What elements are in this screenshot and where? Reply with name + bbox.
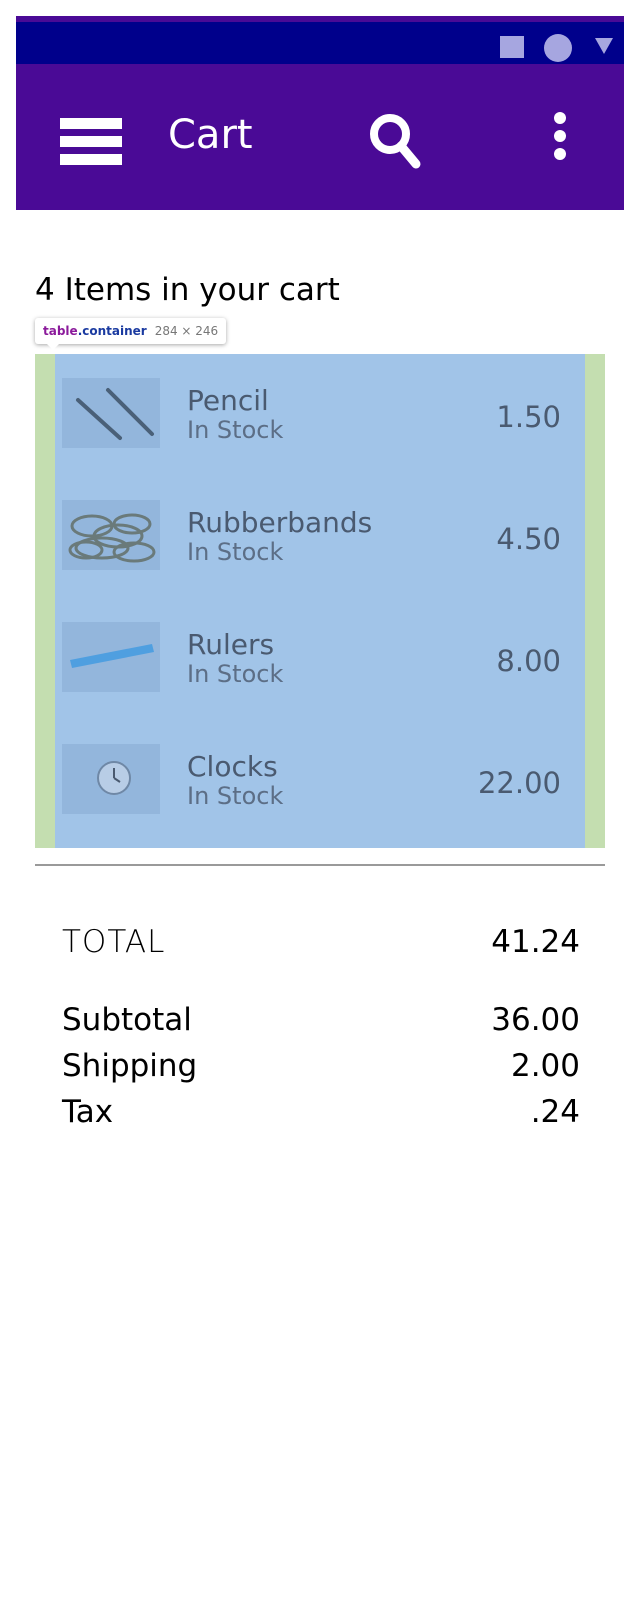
app-bar: Cart [16,64,624,210]
tooltip-class: .container [77,324,147,338]
search-icon[interactable] [366,112,426,172]
divider [35,864,605,866]
item-price: 8.00 [496,644,561,678]
inspector-tooltip: table.container 284 × 246 [35,318,227,350]
square-icon [500,36,524,58]
clock-image [62,744,160,814]
item-price: 4.50 [496,522,561,556]
ruler-image [62,622,160,692]
subtotal-label: Subtotal [62,1002,192,1038]
more-vertical-icon[interactable] [554,112,566,160]
total-label: TOTAL [62,924,166,960]
item-name: Rulers [187,628,275,661]
status-bar [16,16,624,64]
cart-item-pencil[interactable]: Pencil In Stock 1.50 [55,354,585,476]
cart-item-rubberbands[interactable]: Rubberbands In Stock 4.50 [55,476,585,598]
app-title: Cart [168,112,253,158]
item-stock: In Stock [187,782,284,810]
shipping-value: 2.00 [510,1048,580,1084]
circle-icon [544,34,572,62]
item-price: 22.00 [477,766,561,800]
cart-table-container: Pencil In Stock 1.50 Rubberbands In Stoc… [35,354,605,848]
pencil-image [62,378,160,448]
tooltip-size: 284 × 246 [154,324,219,338]
item-stock: In Stock [187,416,284,444]
item-name: Clocks [187,750,278,783]
cart-item-rulers[interactable]: Rulers In Stock 8.00 [55,598,585,720]
triangle-icon [595,38,613,54]
cart-table: Pencil In Stock 1.50 Rubberbands In Stoc… [55,354,585,848]
item-stock: In Stock [187,538,284,566]
tax-label: Tax [62,1094,114,1130]
item-name: Rubberbands [187,506,373,539]
rubberbands-image [62,500,160,570]
item-stock: In Stock [187,660,284,688]
subtotal-value: 36.00 [491,1002,580,1038]
item-price: 1.50 [496,400,561,434]
tooltip-tag: table [43,324,78,338]
total-value: 41.24 [491,924,580,960]
tax-value: .24 [530,1094,580,1130]
hamburger-menu-icon[interactable] [60,118,122,166]
shipping-label: Shipping [62,1048,198,1084]
cart-heading: 4 Items in your cart [35,272,340,308]
item-name: Pencil [187,384,269,417]
cart-item-clocks[interactable]: Clocks In Stock 22.00 [55,720,585,842]
